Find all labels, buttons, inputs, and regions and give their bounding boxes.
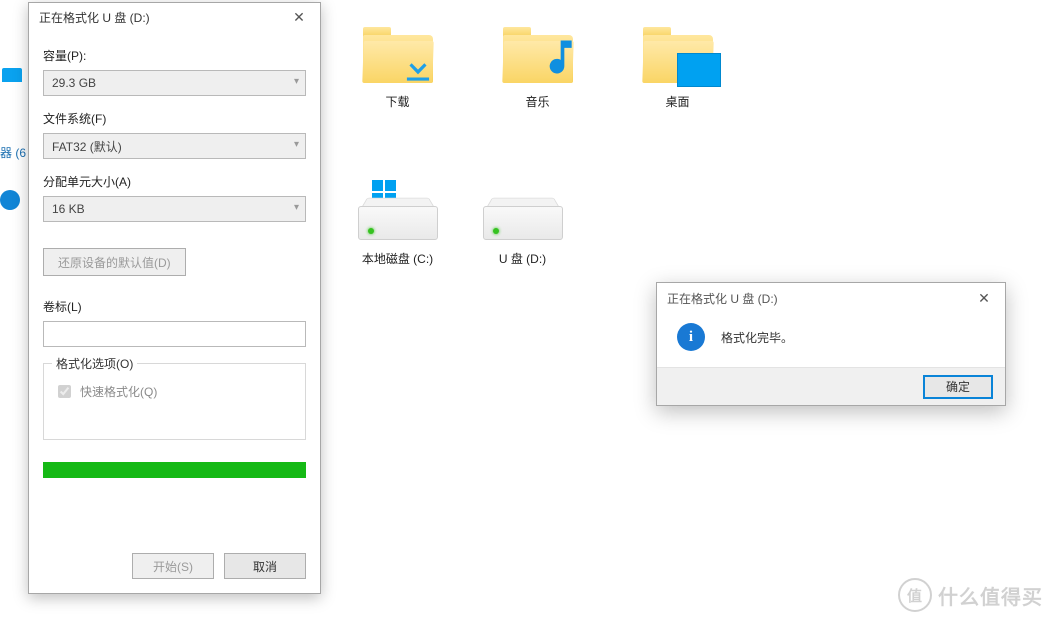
messagebox-text: 格式化完毕。 [721,329,793,346]
volume-label: 卷标(L) [43,298,306,315]
format-complete-messagebox: 正在格式化 U 盘 (D:) ✕ i 格式化完毕。 确定 [656,282,1006,406]
start-button[interactable]: 开始(S) [132,553,214,579]
allocation-value: 16 KB [52,202,85,216]
volume-input[interactable] [43,321,306,347]
folder-icon [363,25,433,83]
download-arrow-icon [399,49,437,87]
folder-icon [503,25,573,83]
messagebox-title: 正在格式化 U 盘 (D:) [667,290,969,307]
allocation-select[interactable]: 16 KB ▾ [43,196,306,222]
chevron-down-icon: ▾ [294,139,299,150]
drive-icon [358,180,438,240]
drive-icon [483,180,563,240]
explorer-sidebar-fragment: 器 (6 [0,0,28,270]
format-dialog-title: 正在格式化 U 盘 (D:) [39,9,284,26]
format-options-group: 格式化选项(O) 快速格式化(Q) [43,363,306,440]
folder-label: 音乐 [525,93,549,110]
usb-drive-icon [0,190,20,210]
messagebox-titlebar[interactable]: 正在格式化 U 盘 (D:) ✕ [657,283,1005,313]
this-pc-icon [2,68,22,82]
quick-format-checkbox[interactable]: 快速格式化(Q) [54,382,295,401]
folder-music[interactable]: 音乐 [490,25,585,110]
allocation-label: 分配单元大小(A) [43,173,306,190]
folder-downloads[interactable]: 下载 [350,25,445,110]
chevron-down-icon: ▾ [294,76,299,87]
filesystem-value: FAT32 (默认) [52,138,122,155]
capacity-value: 29.3 GB [52,76,96,90]
sidebar-text: 器 (6 [0,144,26,161]
format-progress-bar [43,462,306,478]
format-options-legend: 格式化选项(O) [52,355,137,372]
watermark-badge-icon: 值 [898,578,932,612]
folder-desktop[interactable]: 桌面 [630,25,725,110]
quick-format-input[interactable] [58,385,71,398]
filesystem-select[interactable]: FAT32 (默认) ▾ [43,133,306,159]
drive-label: U 盘 (D:) [499,250,546,267]
folder-label: 下载 [385,93,409,110]
cancel-button[interactable]: 取消 [224,553,306,579]
info-icon: i [677,323,705,351]
ok-button[interactable]: 确定 [923,375,993,399]
drive-usb-d[interactable]: U 盘 (D:) [475,180,570,267]
music-note-icon [535,35,579,87]
watermark: 值 什么值得买 [898,578,1043,612]
restore-defaults-button[interactable]: 还原设备的默认值(D) [43,248,186,276]
format-dialog: 正在格式化 U 盘 (D:) ✕ 容量(P): 29.3 GB ▾ 文件系统(F… [28,2,321,594]
quick-format-label: 快速格式化(Q) [80,383,157,400]
close-icon[interactable]: ✕ [284,6,314,28]
capacity-select[interactable]: 29.3 GB ▾ [43,70,306,96]
close-icon[interactable]: ✕ [969,287,999,309]
chevron-down-icon: ▾ [294,202,299,213]
filesystem-label: 文件系统(F) [43,110,306,127]
capacity-label: 容量(P): [43,47,306,64]
folder-icon [643,25,713,83]
watermark-text: 什么值得买 [938,581,1043,610]
folder-label: 桌面 [665,93,689,110]
drive-label: 本地磁盘 (C:) [362,250,433,267]
desktop-rect-icon [677,53,721,87]
format-dialog-titlebar[interactable]: 正在格式化 U 盘 (D:) ✕ [29,3,320,31]
drive-local-c[interactable]: 本地磁盘 (C:) [350,180,445,267]
